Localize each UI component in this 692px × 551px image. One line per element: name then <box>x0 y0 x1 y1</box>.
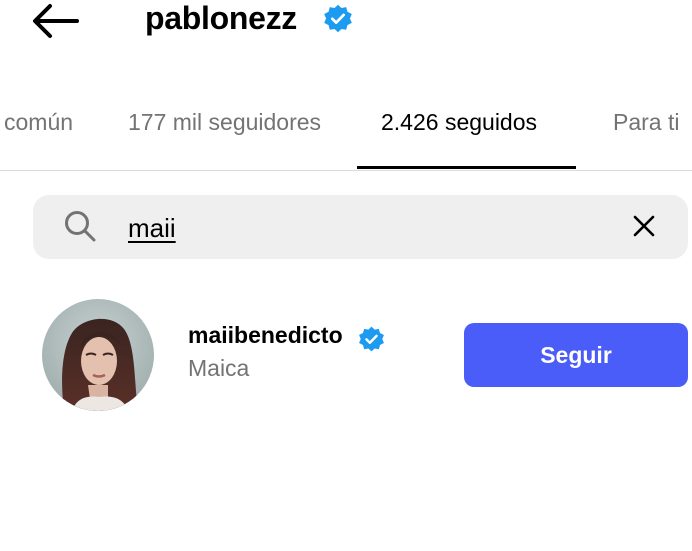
following-screen: pablonezz común 177 mil seguidores 2.426… <box>0 0 692 551</box>
verified-badge-icon <box>359 326 384 352</box>
active-tab-indicator <box>357 166 576 169</box>
search-input[interactable]: maii <box>128 209 176 247</box>
tab-following[interactable]: 2.426 seguidos <box>381 98 537 146</box>
close-icon[interactable] <box>631 213 657 239</box>
result-username[interactable]: maiibenedicto <box>188 320 343 350</box>
list-item[interactable]: maiibenedicto Maica Seguir <box>0 290 692 420</box>
tabs-divider <box>0 170 692 171</box>
result-full-name: Maica <box>188 355 250 381</box>
tab-in-common[interactable]: común <box>4 98 73 146</box>
verified-badge-icon <box>324 4 352 33</box>
tab-followers[interactable]: 177 mil seguidores <box>128 98 321 146</box>
search-icon <box>65 211 96 242</box>
arrow-left-icon <box>33 4 79 38</box>
follow-tabs: común 177 mil seguidores 2.426 seguidos … <box>0 98 692 172</box>
follow-button[interactable]: Seguir <box>464 323 688 387</box>
avatar-image <box>42 299 154 411</box>
search-bar[interactable]: maii <box>33 195 688 259</box>
profile-username: pablonezz <box>145 0 297 36</box>
avatar[interactable] <box>42 299 154 411</box>
tab-for-you[interactable]: Para ti <box>613 98 679 146</box>
back-button[interactable] <box>30 2 82 40</box>
